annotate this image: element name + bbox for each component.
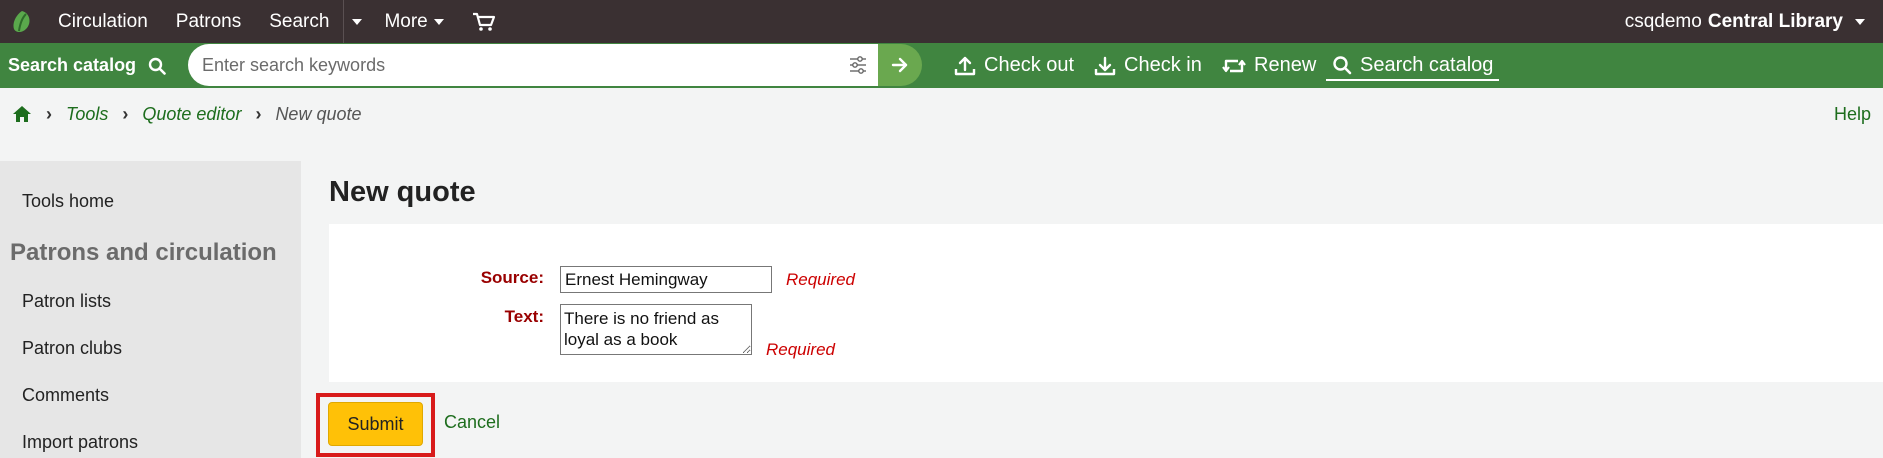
sidebar-heading: Patrons and circulation — [10, 239, 277, 266]
sidebar-tools-home[interactable]: Tools home — [22, 191, 114, 212]
cancel-link[interactable]: Cancel — [444, 412, 500, 433]
source-input[interactable] — [560, 266, 772, 293]
search-type-toggle[interactable]: Search catalog — [0, 43, 188, 88]
search-input-wrapper — [188, 44, 882, 86]
renew-link[interactable]: Renew — [1222, 43, 1316, 88]
chevron-down-icon — [1855, 18, 1865, 25]
user-menu[interactable]: csqdemo Central Library — [1625, 0, 1865, 43]
download-icon — [1094, 56, 1116, 75]
sidebar-import-patrons[interactable]: Import patrons — [22, 432, 138, 453]
chevron-down-icon — [352, 18, 363, 25]
upload-icon — [954, 56, 976, 75]
sidebar-comments[interactable]: Comments — [22, 385, 109, 406]
source-required-note: Required — [786, 270, 855, 289]
text-label: Text: — [504, 307, 544, 326]
retweet-icon — [1222, 59, 1246, 72]
search-icon — [1333, 56, 1352, 75]
submit-button[interactable]: Submit — [328, 402, 423, 446]
breadcrumb-current: New quote — [275, 103, 362, 124]
top-navbar: Circulation Patrons Search More csqdemo … — [0, 0, 1883, 43]
arrow-right-icon — [891, 57, 908, 73]
quote-text-input[interactable]: There is no friend as loyal as a book — [560, 304, 752, 355]
sidebar: Tools home Patrons and circulation Patro… — [0, 161, 301, 458]
checkin-label: Check in — [1124, 54, 1202, 76]
renew-label: Renew — [1254, 54, 1317, 76]
checkin-link[interactable]: Check in — [1094, 43, 1202, 88]
quote-form-panel — [329, 224, 1883, 382]
search-catalog-label: Search catalog — [1360, 53, 1494, 76]
search-dropdown-toggle[interactable] — [344, 0, 370, 43]
search-icon — [148, 57, 166, 75]
sliders-icon[interactable] — [848, 55, 868, 75]
breadcrumb: › Tools › Quote editor › New quote — [12, 100, 362, 128]
chevron-right-icon: › — [255, 103, 262, 124]
search-catalog-link[interactable]: Search catalog — [1326, 51, 1500, 81]
chevron-right-icon: › — [122, 103, 129, 124]
text-required-note: Required — [766, 340, 835, 359]
nav-more-label: More — [384, 10, 428, 32]
sidebar-patron-lists[interactable]: Patron lists — [22, 291, 111, 312]
nav-more[interactable]: More — [370, 0, 457, 43]
home-icon[interactable] — [12, 105, 32, 123]
search-submit-button[interactable] — [878, 44, 922, 86]
koha-logo-icon[interactable] — [0, 0, 44, 43]
help-link[interactable]: Help — [1834, 104, 1871, 125]
username: csqdemo — [1624, 10, 1702, 32]
cart-icon — [472, 12, 495, 31]
breadcrumb-quote-editor[interactable]: Quote editor — [142, 104, 241, 125]
nav-patrons[interactable]: Patrons — [162, 0, 255, 43]
checkout-link[interactable]: Check out — [954, 43, 1074, 88]
catalog-search-bar: Search catalog Check out — [0, 43, 1883, 88]
cart-button[interactable] — [458, 0, 510, 43]
breadcrumb-tools[interactable]: Tools — [66, 104, 108, 125]
nav-circulation[interactable]: Circulation — [44, 0, 162, 43]
search-input[interactable] — [202, 54, 822, 76]
chevron-right-icon: › — [46, 103, 52, 124]
sidebar-patron-clubs[interactable]: Patron clubs — [22, 338, 122, 359]
source-label: Source: — [480, 268, 544, 287]
page-title: New quote — [329, 176, 476, 208]
chevron-down-icon — [433, 18, 444, 25]
search-type-label: Search catalog — [8, 55, 137, 75]
nav-search[interactable]: Search — [255, 0, 343, 43]
library-name: Central Library — [1707, 10, 1843, 32]
checkout-label: Check out — [984, 54, 1075, 76]
